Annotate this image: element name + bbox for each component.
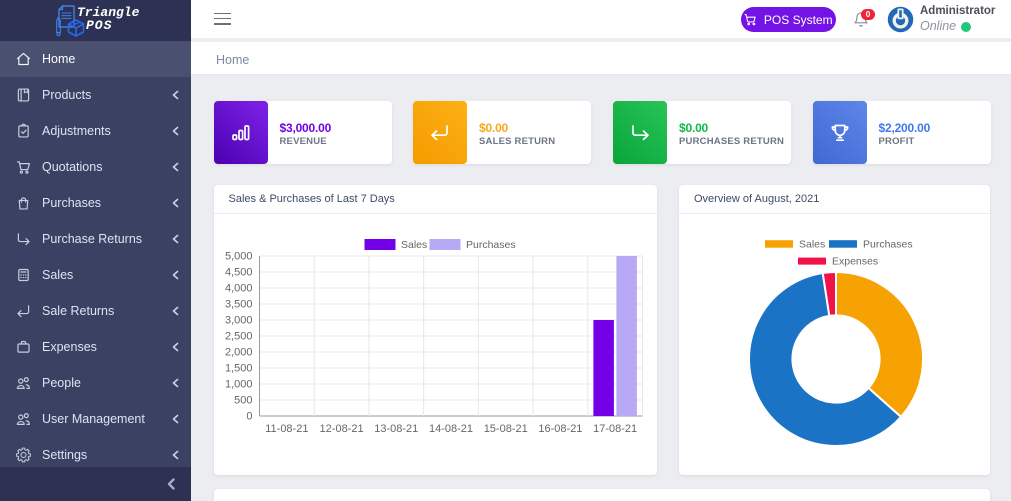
svg-text:16-08-21: 16-08-21 (538, 423, 582, 435)
svg-text:14-08-21: 14-08-21 (428, 423, 472, 435)
svg-text:1,500: 1,500 (224, 363, 252, 375)
svg-text:5,000: 5,000 (224, 251, 252, 263)
svg-text:Expenses: Expenses (832, 256, 878, 268)
svg-text:15-08-21: 15-08-21 (483, 423, 527, 435)
svg-text:2,000: 2,000 (224, 347, 252, 359)
svg-text:11-08-21: 11-08-21 (265, 423, 308, 435)
svg-text:Sales: Sales (401, 239, 427, 251)
svg-text:4,000: 4,000 (224, 283, 252, 295)
svg-text:500: 500 (234, 395, 252, 407)
svg-text:2,500: 2,500 (224, 331, 252, 343)
svg-text:Purchases: Purchases (466, 239, 516, 251)
svg-text:13-08-21: 13-08-21 (374, 423, 418, 435)
svg-text:12-08-21: 12-08-21 (319, 423, 363, 435)
svg-text:Purchases: Purchases (863, 239, 913, 251)
svg-text:4,500: 4,500 (224, 267, 252, 279)
svg-text:1,000: 1,000 (224, 379, 252, 391)
svg-text:3,500: 3,500 (224, 299, 252, 311)
svg-text:Sales: Sales (799, 239, 825, 251)
svg-text:3,000: 3,000 (224, 315, 252, 327)
svg-text:0: 0 (246, 411, 252, 423)
svg-text:17-08-21: 17-08-21 (593, 423, 637, 435)
